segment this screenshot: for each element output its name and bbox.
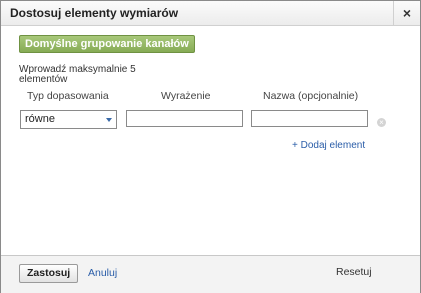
- column-header-match-type: Typ dopasowania: [27, 90, 109, 102]
- expression-input[interactable]: [126, 110, 243, 127]
- column-header-name: Nazwa (opcjonalnie): [263, 90, 359, 102]
- dialog-title: Dostosuj elementy wymiarów: [10, 6, 179, 20]
- apply-button[interactable]: Zastosuj: [19, 264, 79, 283]
- dialog-titlebar: Dostosuj elementy wymiarów ×: [1, 1, 420, 26]
- match-type-select[interactable]: równe: [20, 110, 117, 129]
- match-type-value: równe: [25, 113, 55, 125]
- remove-row-icon[interactable]: ×: [377, 118, 386, 127]
- add-element-link[interactable]: + Dodaj element: [292, 140, 365, 151]
- default-channel-grouping-button[interactable]: Domyślne grupowanie kanałów: [19, 35, 195, 53]
- chevron-down-icon: [106, 118, 112, 122]
- close-icon[interactable]: ×: [393, 1, 420, 25]
- max-elements-note: Wprowadź maksymalnie 5 elementów: [19, 64, 136, 85]
- cancel-link[interactable]: Anuluj: [88, 267, 117, 279]
- dialog-footer: Zastosuj Anuluj Resetuj: [1, 255, 420, 293]
- customize-dimension-dialog: Dostosuj elementy wymiarów × Domyślne gr…: [0, 0, 421, 293]
- name-input[interactable]: [251, 110, 368, 127]
- column-header-expression: Wyrażenie: [161, 90, 211, 102]
- reset-link[interactable]: Resetuj: [336, 266, 372, 278]
